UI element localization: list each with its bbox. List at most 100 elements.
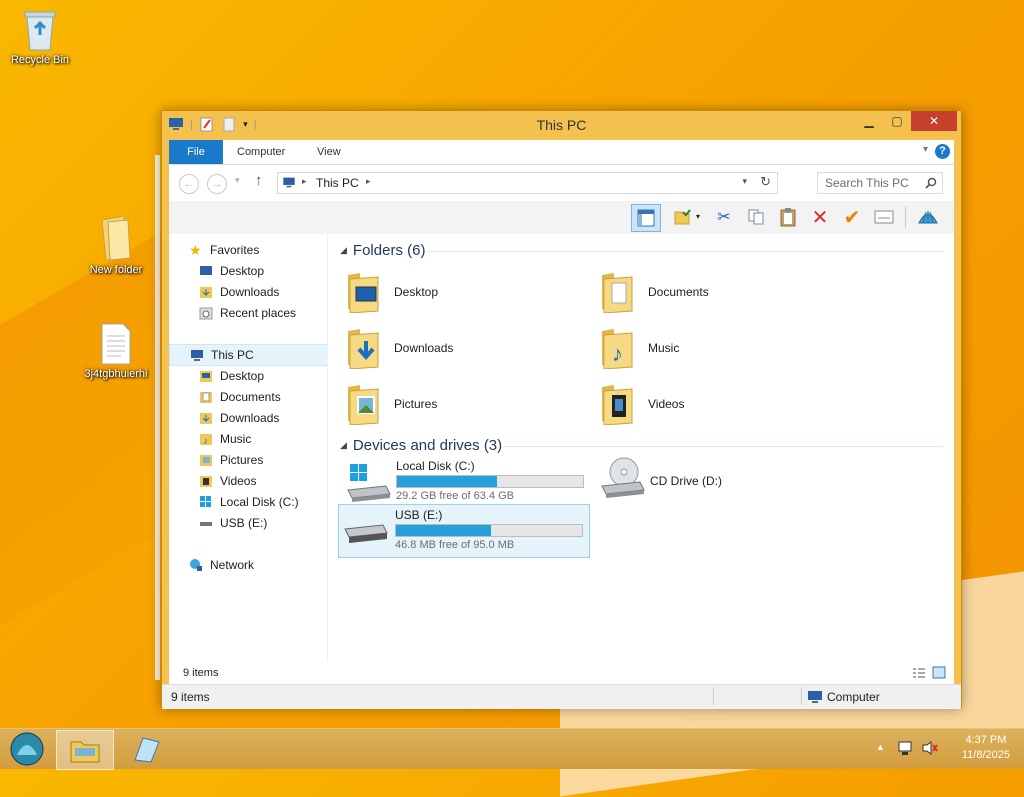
star-icon: ★: [189, 242, 202, 258]
desktop-icon-recycle-bin[interactable]: Recycle Bin: [0, 8, 80, 66]
pictures-icon: [200, 455, 212, 466]
back-button[interactable]: ←: [179, 174, 199, 194]
computer-icon: [191, 350, 203, 361]
drive-free-space: 29.2 GB free of 63.4 GB: [396, 490, 515, 502]
start-button[interactable]: [2, 730, 52, 768]
tab-computer[interactable]: Computer: [225, 140, 297, 164]
nav-label: Desktop: [220, 369, 265, 383]
nav-pc-documents[interactable]: Documents: [169, 387, 327, 407]
recent-places-icon: [199, 307, 213, 320]
nav-fav-recent-places[interactable]: Recent places: [169, 303, 327, 323]
expand-ribbon-icon[interactable]: ▾: [923, 144, 928, 155]
desktop-folder-icon: [348, 273, 379, 313]
nav-fav-desktop[interactable]: Desktop: [169, 261, 327, 281]
nav-pc-usb[interactable]: USB (E:): [169, 513, 327, 533]
nav-pc-local-disk[interactable]: Local Disk (C:): [169, 492, 327, 512]
recycle-bin-icon: [24, 11, 56, 51]
drive-item-usb[interactable]: USB (E:) 46.8 MB free of 95.0 MB: [338, 504, 590, 558]
nav-fav-downloads[interactable]: Downloads: [169, 282, 327, 302]
layout-icon: [637, 209, 655, 227]
drive-item-local-disk[interactable]: Local Disk (C:) 29.2 GB free of 63.4 GB: [340, 456, 590, 508]
group-header-drives[interactable]: ◢ Devices and drives (3): [340, 437, 502, 454]
help-icon[interactable]: ?: [935, 144, 950, 159]
nav-label: Favorites: [210, 243, 260, 257]
nav-this-pc[interactable]: This PC: [169, 344, 329, 366]
nav-label: This PC: [211, 348, 254, 362]
clipboard-icon: [780, 208, 796, 227]
nav-label: Local Disk (C:): [220, 495, 299, 509]
nav-label: Downloads: [220, 411, 280, 425]
copy-button[interactable]: [745, 206, 767, 228]
taskbar-file-explorer[interactable]: [56, 730, 114, 770]
start-orb-icon: [10, 732, 44, 766]
breadcrumb-chevron-icon[interactable]: ▸: [366, 176, 371, 187]
move-to-folder-button[interactable]: [671, 206, 693, 228]
music-folder-icon: ♪: [602, 329, 633, 369]
group-header-folders[interactable]: ◢ Folders (6): [340, 242, 425, 259]
search-input[interactable]: Search This PC: [817, 172, 943, 194]
folder-label: Downloads: [394, 341, 454, 355]
taskbar-app[interactable]: [118, 730, 174, 768]
folder-item-music[interactable]: ♪ Music: [600, 323, 840, 375]
paste-button[interactable]: [777, 206, 799, 228]
folder-item-videos[interactable]: Videos: [600, 379, 840, 431]
divider: [504, 446, 943, 447]
minimize-button[interactable]: ▁: [855, 111, 883, 131]
forward-button[interactable]: →: [207, 174, 227, 194]
nav-favorites[interactable]: ★ Favorites: [169, 240, 327, 260]
file-explorer-icon: [70, 741, 100, 763]
explorer-window: | ▾ | This PC ▁ ▢ ✕ File Computer View ▾…: [161, 110, 962, 709]
nav-pc-pictures[interactable]: Pictures: [169, 450, 327, 470]
desktop-icon-new-folder[interactable]: New folder: [76, 214, 156, 276]
folder-item-pictures[interactable]: Pictures: [346, 379, 586, 431]
documents-folder-icon: [602, 273, 633, 313]
properties-button[interactable]: [873, 206, 895, 228]
show-hidden-icons[interactable]: ▲: [876, 742, 885, 752]
svg-text:♪: ♪: [203, 436, 208, 446]
separator: [905, 206, 906, 228]
shell-button[interactable]: [917, 206, 939, 228]
title-bar[interactable]: | ▾ | This PC ▁ ▢ ✕: [162, 111, 961, 139]
folder-item-documents[interactable]: Documents: [600, 267, 840, 319]
breadcrumb[interactable]: This PC: [316, 176, 359, 190]
status-bar: 9 items Computer: [162, 684, 961, 709]
up-button[interactable]: ↑: [255, 172, 263, 189]
volume-muted-icon[interactable]: [921, 740, 939, 756]
desktop-icon-label: Recycle Bin: [10, 54, 70, 66]
tab-file[interactable]: File: [169, 140, 223, 164]
maximize-button[interactable]: ▢: [883, 111, 911, 131]
folder-item-downloads[interactable]: Downloads: [346, 323, 586, 375]
delete-button[interactable]: ✕: [809, 206, 831, 229]
delete-x-icon: ✕: [811, 206, 829, 229]
drive-item-cd[interactable]: CD Drive (D:): [594, 456, 844, 508]
close-button[interactable]: ✕: [911, 111, 957, 131]
preview-pane-button[interactable]: [631, 204, 661, 232]
nav-network[interactable]: Network: [169, 555, 327, 575]
tab-view[interactable]: View: [305, 140, 353, 164]
clock-date: 11/8/2025: [961, 749, 1010, 761]
refresh-icon[interactable]: ↻: [760, 174, 771, 190]
large-icons-view-icon[interactable]: [932, 666, 946, 679]
address-dropdown-icon[interactable]: ▾: [742, 176, 747, 187]
network-status-icon[interactable]: [897, 740, 915, 756]
folder-label: Videos: [648, 397, 685, 411]
dropdown-arrow-icon[interactable]: ▾: [696, 212, 700, 221]
nav-pc-videos[interactable]: Videos: [169, 471, 327, 491]
clock[interactable]: 4:37 PM 11/8/2025: [962, 733, 1010, 763]
nav-pc-desktop[interactable]: Desktop: [169, 366, 327, 386]
nav-pc-music[interactable]: ♪ Music: [169, 429, 327, 449]
recent-locations-icon[interactable]: ▾: [235, 175, 240, 186]
rename-button[interactable]: ✔: [841, 206, 863, 229]
divider: [801, 687, 802, 705]
search-icon[interactable]: [925, 177, 937, 189]
details-view-icon[interactable]: [912, 667, 926, 679]
folder-item-desktop[interactable]: Desktop: [346, 267, 586, 319]
cut-button[interactable]: ✂: [713, 206, 735, 228]
nav-pc-downloads[interactable]: Downloads: [169, 408, 327, 428]
desktop-icon-text-file[interactable]: 3j4tgbhuierhi: [76, 322, 156, 380]
command-toolbar: ▾ ✂ ✕ ✔: [169, 201, 954, 234]
breadcrumb-chevron-icon[interactable]: ▸: [302, 176, 307, 187]
downloads-icon: [200, 287, 212, 298]
drive-name: USB (E:): [395, 508, 443, 522]
address-field[interactable]: ▸ This PC ▸ ▾ ↻: [277, 172, 778, 194]
